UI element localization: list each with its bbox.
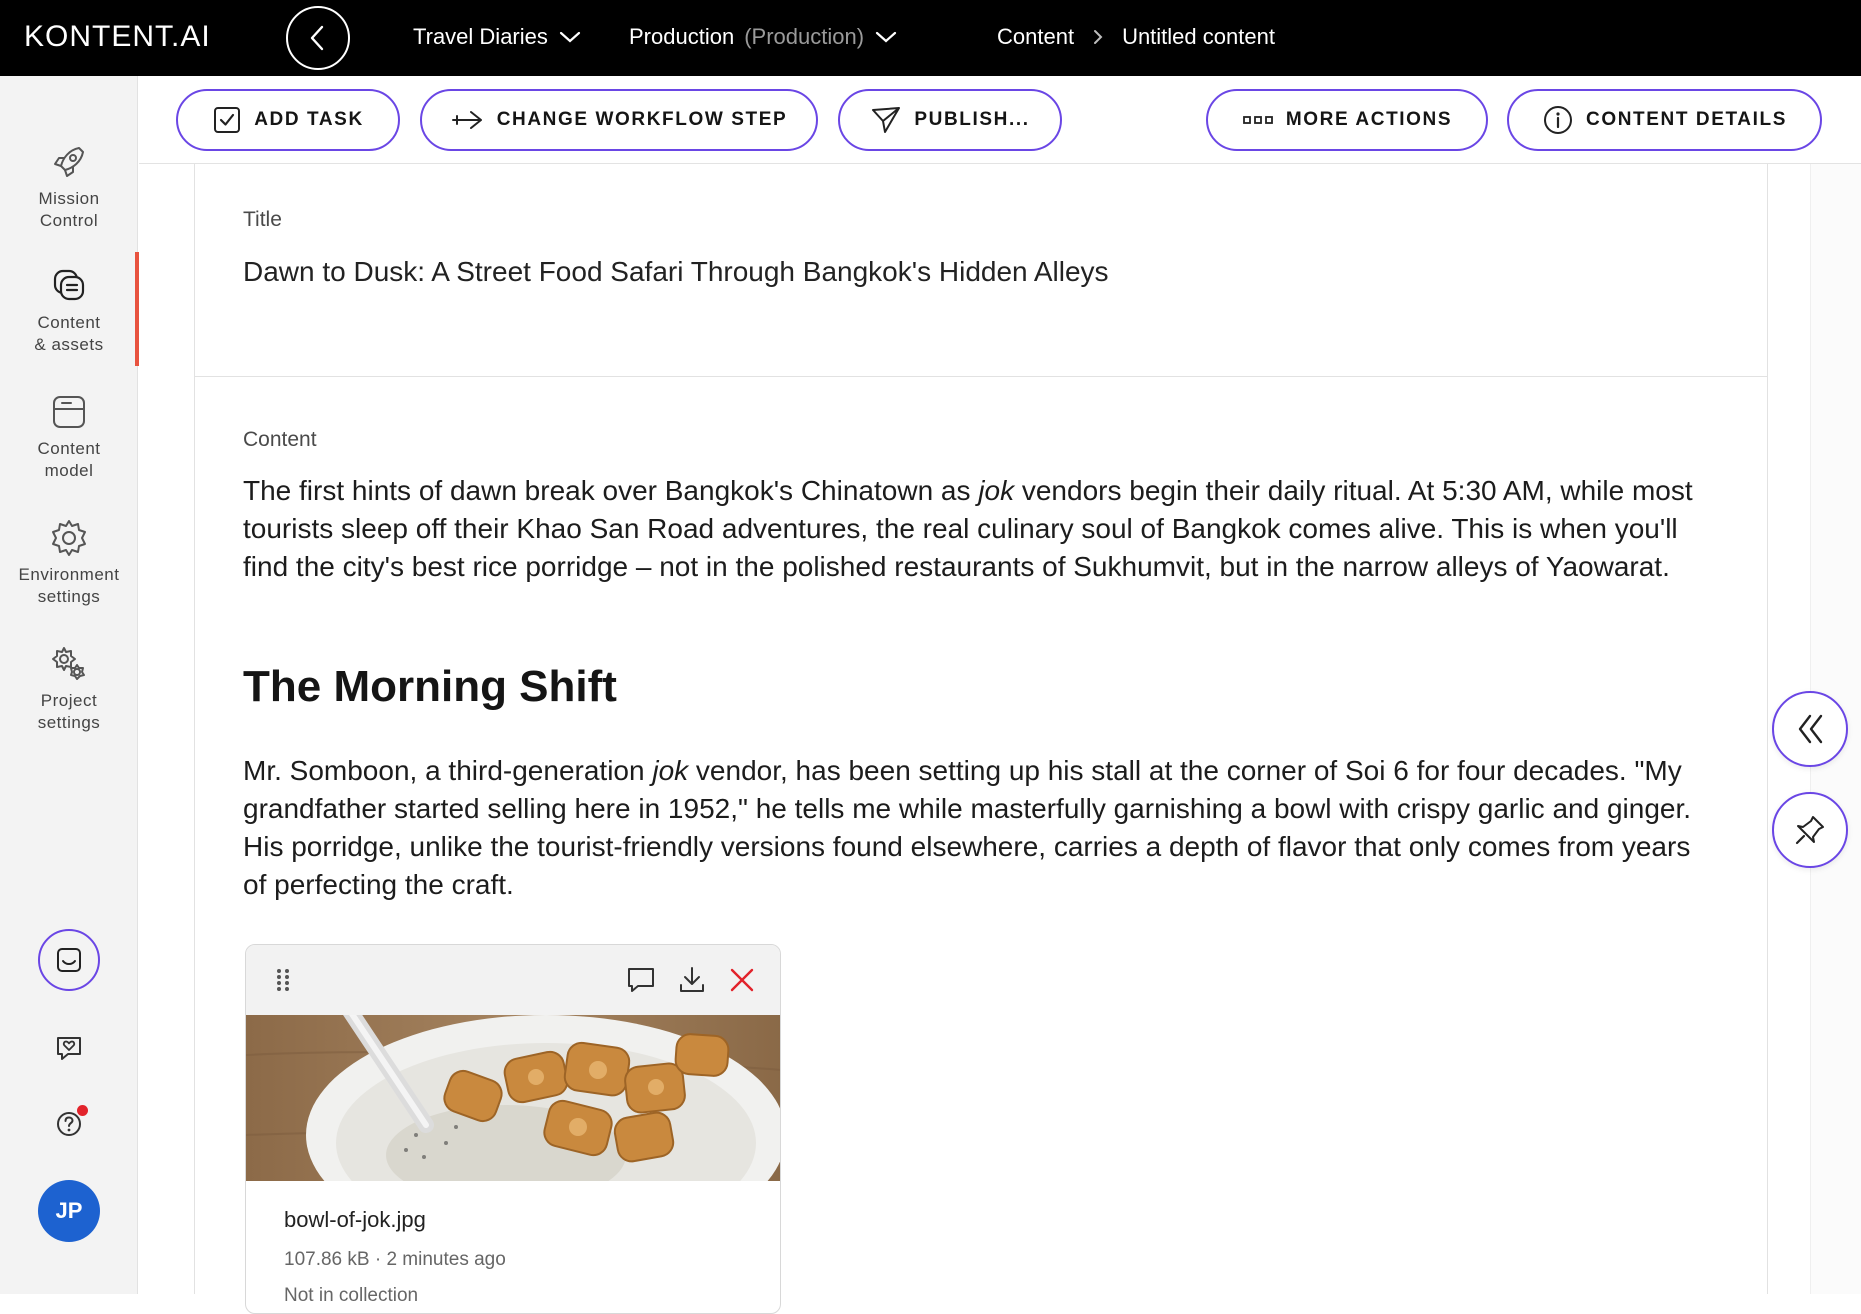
breadcrumb-content[interactable]: Content: [997, 24, 1074, 50]
breadcrumb-current: Untitled content: [1122, 24, 1275, 49]
change-workflow-step-button[interactable]: CHANGE WORKFLOW STEP: [420, 89, 818, 151]
sidebar-item-mission-control[interactable]: Mission Control: [0, 128, 138, 246]
sidebar-item-label: Environment settings: [18, 565, 120, 606]
rich-text-paragraph[interactable]: Mr. Somboon, a third-generation jok vend…: [243, 752, 1713, 904]
paragraph-italic: jok: [978, 475, 1015, 506]
help-button[interactable]: [38, 1093, 100, 1155]
comment-button[interactable]: [624, 963, 658, 997]
back-button[interactable]: [286, 6, 350, 70]
more-dots-icon: [1242, 116, 1273, 124]
breadcrumb: Content Untitled content: [997, 24, 1275, 50]
asset-thumbnail[interactable]: [246, 1015, 780, 1181]
sidebar-item-label: Content model: [37, 439, 101, 480]
environment-type: (Production): [744, 24, 865, 49]
project-switcher[interactable]: Travel Diaries: [413, 24, 582, 50]
asset-card[interactable]: bowl-of-jok.jpg 107.86 kB · 2 minutes ag…: [245, 944, 781, 1314]
title-field-label: Title: [243, 208, 282, 231]
sidebar-item-content-assets[interactable]: Content & assets: [0, 252, 139, 370]
double-chevron-left-icon: [1798, 714, 1823, 744]
pin-icon: [1795, 816, 1824, 845]
feedback-button[interactable]: [38, 929, 100, 991]
download-button[interactable]: [675, 963, 709, 997]
publish-button[interactable]: PUBLISH...: [838, 89, 1062, 151]
arrow-right-icon: [451, 111, 482, 129]
chevron-down-icon: [559, 31, 580, 43]
content-model-icon: [49, 392, 89, 432]
food-bowl-image: [246, 1015, 780, 1181]
sidebar-item-content-model[interactable]: Content model: [0, 378, 138, 496]
paragraph-italic: jok: [652, 755, 689, 786]
rich-text-heading[interactable]: The Morning Shift: [243, 662, 617, 712]
avatar[interactable]: JP: [38, 1180, 100, 1242]
rich-text-paragraph[interactable]: The first hints of dawn break over Bangk…: [243, 472, 1713, 586]
environment-switcher[interactable]: Production (Production): [629, 24, 898, 50]
paper-plane-icon: [872, 107, 901, 133]
content-details-label: CONTENT DETAILS: [1586, 109, 1787, 130]
chat-heart-icon: [57, 1037, 81, 1060]
expand-sidebar-button[interactable]: [1772, 691, 1848, 767]
sidebar-item-environment-settings[interactable]: Environment settings: [0, 504, 138, 622]
chevron-left-icon: [310, 25, 324, 51]
sidebar-item-project-settings[interactable]: Project settings: [0, 630, 138, 748]
notification-dot: [77, 1105, 88, 1116]
pin-button[interactable]: [1772, 792, 1848, 868]
remove-asset-button[interactable]: [725, 963, 759, 997]
sidebar-item-label: Content & assets: [34, 313, 104, 354]
content-editor: Title Dawn to Dusk: A Street Food Safari…: [194, 164, 1768, 1314]
inbox-icon: [57, 948, 81, 972]
add-task-button[interactable]: ADD TASK: [176, 89, 400, 151]
add-task-label: ADD TASK: [254, 109, 364, 130]
toolbar: ADD TASK CHANGE WORKFLOW STEP PUBLISH...…: [139, 76, 1861, 164]
top-bar: KONTENT.AI Travel Diaries Production (Pr…: [0, 0, 1861, 76]
more-actions-label: MORE ACTIONS: [1285, 109, 1453, 130]
checkbox-icon: [214, 107, 241, 133]
content-assets-icon: [49, 266, 89, 306]
asset-filename[interactable]: bowl-of-jok.jpg: [284, 1207, 426, 1233]
publish-label: PUBLISH...: [914, 109, 1030, 130]
asset-meta: 107.86 kB · 2 minutes ago: [284, 1249, 506, 1270]
gears-icon: [49, 644, 89, 684]
change-workflow-label: CHANGE WORKFLOW STEP: [496, 109, 788, 130]
project-name: Travel Diaries: [413, 24, 548, 49]
gear-icon: [49, 518, 89, 558]
whats-new-button[interactable]: [38, 1017, 100, 1079]
drag-handle[interactable]: [266, 963, 300, 997]
close-icon: [730, 968, 754, 992]
more-actions-button[interactable]: MORE ACTIONS: [1206, 89, 1488, 151]
title-input[interactable]: Dawn to Dusk: A Street Food Safari Throu…: [243, 256, 1109, 288]
app-logo[interactable]: KONTENT.AI: [24, 20, 211, 54]
chevron-right-icon: [1094, 30, 1103, 44]
asset-collection: Not in collection: [284, 1285, 419, 1306]
chevron-down-icon: [875, 31, 897, 43]
environment-name: Production: [629, 24, 735, 49]
paragraph-text: The first hints of dawn break over Bangk…: [243, 475, 979, 506]
sidebar-item-label: Mission Control: [38, 189, 100, 230]
comment-icon: [628, 968, 654, 992]
asset-toolbar: [246, 945, 780, 1015]
info-icon: [1544, 106, 1572, 134]
content-field-label: Content: [243, 428, 317, 451]
content-details-button[interactable]: CONTENT DETAILS: [1507, 89, 1822, 151]
sidebar: Mission Control Content & assets Content…: [0, 76, 139, 1294]
download-icon: [680, 967, 704, 992]
rocket-icon: [49, 142, 89, 182]
drag-handle-icon: [277, 969, 289, 991]
sidebar-item-label: Project settings: [37, 691, 101, 732]
paragraph-text: Mr. Somboon, a third-generation: [243, 755, 653, 786]
field-divider: [195, 376, 1767, 377]
